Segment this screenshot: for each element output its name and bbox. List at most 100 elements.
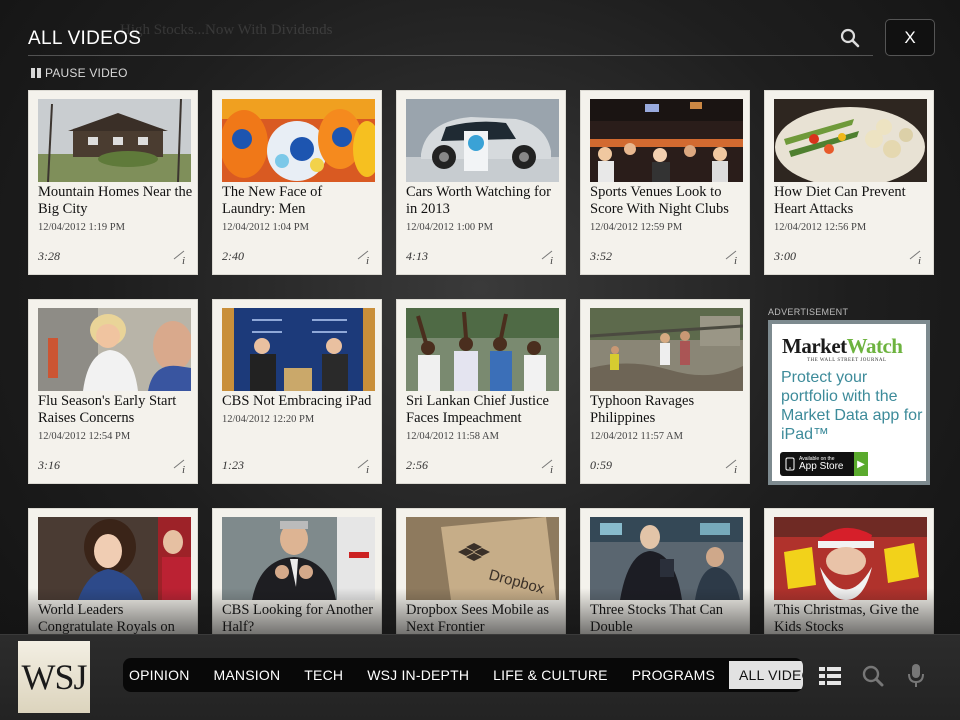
video-duration: 3:28 bbox=[38, 249, 60, 263]
advertisement-label: ADVERTISEMENT bbox=[768, 307, 849, 317]
video-title: Cars Worth Watching for in 2013 12/04/20… bbox=[406, 184, 561, 234]
grid-view-icon bbox=[819, 667, 841, 685]
video-title: World Leaders Congratulate Royals on bbox=[38, 602, 175, 635]
arrow-right-icon: ▶ bbox=[854, 452, 868, 476]
video-title: Dropbox Sees Mobile as Next Frontier bbox=[406, 602, 549, 635]
wsj-logo[interactable]: WSJ bbox=[18, 641, 90, 713]
info-icon[interactable]: i bbox=[357, 458, 373, 474]
bottom-navigation-bar: WSJ OPINION MANSION TECH WSJ IN-DEPTH LI… bbox=[0, 634, 960, 720]
video-title: This Christmas, Give the Kids Stocks bbox=[774, 602, 919, 635]
video-card[interactable]: World Leaders Congratulate Royals on bbox=[28, 508, 198, 635]
section-tab-all-videos[interactable]: ALL VIDEOS bbox=[729, 661, 803, 689]
video-card[interactable]: CBS Looking for Another Half? bbox=[212, 508, 382, 635]
info-icon[interactable]: i bbox=[725, 458, 741, 474]
video-duration: 0:59 bbox=[590, 458, 612, 472]
svg-text:i: i bbox=[734, 255, 737, 265]
svg-text:i: i bbox=[182, 464, 185, 474]
info-icon[interactable]: i bbox=[173, 249, 189, 265]
video-thumbnail bbox=[406, 308, 559, 391]
info-icon[interactable]: i bbox=[909, 249, 925, 265]
video-grid: Mountain Homes Near the Big City 12/04/2… bbox=[0, 0, 960, 635]
section-tab-programs[interactable]: PROGRAMS bbox=[620, 658, 727, 692]
video-title: Flu Season's Early Start Raises Concerns… bbox=[38, 393, 193, 443]
video-timestamp: 12/04/2012 12:59 PM bbox=[590, 222, 683, 233]
video-card[interactable]: This Christmas, Give the Kids Stocks bbox=[764, 508, 934, 635]
video-card[interactable]: The New Face of Laundry: Men 12/04/2012 … bbox=[212, 90, 382, 275]
info-icon[interactable]: i bbox=[541, 458, 557, 474]
section-tab-tech[interactable]: TECH bbox=[292, 658, 355, 692]
section-tab-life-culture[interactable]: LIFE & CULTURE bbox=[481, 658, 620, 692]
video-duration: 2:40 bbox=[222, 249, 244, 263]
grid-view-button[interactable] bbox=[817, 663, 843, 689]
info-icon[interactable]: i bbox=[541, 249, 557, 265]
video-thumbnail bbox=[774, 99, 927, 182]
info-icon[interactable]: i bbox=[725, 249, 741, 265]
video-timestamp: 12/04/2012 1:00 PM bbox=[406, 222, 493, 233]
video-card[interactable]: Cars Worth Watching for in 2013 12/04/20… bbox=[396, 90, 566, 275]
video-card[interactable]: Dropbox Dropbox Sees Mobile as Next Fron… bbox=[396, 508, 566, 635]
video-card[interactable]: How Diet Can Prevent Heart Attacks 12/04… bbox=[764, 90, 934, 275]
marketwatch-subtitle: THE WALL STREET JOURNAL bbox=[807, 358, 887, 363]
video-duration: 3:52 bbox=[590, 249, 612, 263]
video-duration: 3:00 bbox=[774, 249, 796, 263]
video-thumbnail bbox=[406, 99, 559, 182]
video-title: Three Stocks That Can Double bbox=[590, 602, 724, 635]
svg-text:i: i bbox=[366, 464, 369, 474]
section-tab-opinion[interactable]: OPINION bbox=[123, 658, 202, 692]
video-duration: 2:56 bbox=[406, 458, 428, 472]
video-thumbnail: Dropbox bbox=[406, 517, 559, 600]
svg-text:i: i bbox=[734, 464, 737, 474]
marketwatch-advertisement[interactable]: MarketWatch THE WALL STREET JOURNAL Prot… bbox=[768, 320, 930, 485]
section-tab-wsj-in-depth[interactable]: WSJ IN-DEPTH bbox=[355, 658, 481, 692]
svg-text:i: i bbox=[550, 255, 553, 265]
video-timestamp: 12/04/2012 11:58 AM bbox=[406, 431, 499, 442]
video-title: Typhoon Ravages Philippines 12/04/2012 1… bbox=[590, 393, 745, 443]
video-thumbnail bbox=[590, 517, 743, 600]
video-timestamp: 12/04/2012 12:20 PM bbox=[222, 414, 315, 425]
video-thumbnail bbox=[38, 517, 191, 600]
apple-icon bbox=[785, 457, 795, 471]
video-card[interactable]: Flu Season's Early Start Raises Concerns… bbox=[28, 299, 198, 484]
video-thumbnail bbox=[222, 517, 375, 600]
video-thumbnail bbox=[774, 517, 927, 600]
video-duration: 4:13 bbox=[406, 249, 428, 263]
video-card[interactable]: Sports Venues Look to Score With Night C… bbox=[580, 90, 750, 275]
video-thumbnail bbox=[38, 308, 191, 391]
video-card[interactable]: Typhoon Ravages Philippines 12/04/2012 1… bbox=[580, 299, 750, 484]
section-tab-mansion[interactable]: MANSION bbox=[202, 658, 293, 692]
video-timestamp: 12/04/2012 12:54 PM bbox=[38, 431, 131, 442]
video-title: The New Face of Laundry: Men 12/04/2012 … bbox=[222, 184, 377, 234]
svg-text:i: i bbox=[550, 464, 553, 474]
video-thumbnail bbox=[222, 99, 375, 182]
video-card[interactable]: Mountain Homes Near the Big City 12/04/2… bbox=[28, 90, 198, 275]
video-thumbnail bbox=[590, 308, 743, 391]
svg-text:i: i bbox=[366, 255, 369, 265]
video-title: CBS Not Embracing iPad 12/04/2012 12:20 … bbox=[222, 393, 377, 426]
video-timestamp: 12/04/2012 12:56 PM bbox=[774, 222, 867, 233]
video-title: How Diet Can Prevent Heart Attacks 12/04… bbox=[774, 184, 929, 234]
voice-search-button[interactable] bbox=[903, 663, 929, 689]
search-icon bbox=[862, 665, 884, 687]
video-timestamp: 12/04/2012 11:57 AM bbox=[590, 431, 683, 442]
video-title: CBS Looking for Another Half? bbox=[222, 602, 374, 635]
video-timestamp: 12/04/2012 1:04 PM bbox=[222, 222, 309, 233]
video-duration: 3:16 bbox=[38, 458, 60, 472]
section-nav[interactable]: OPINION MANSION TECH WSJ IN-DEPTH LIFE &… bbox=[123, 658, 803, 692]
video-title: Sri Lankan Chief Justice Faces Impeachme… bbox=[406, 393, 561, 443]
video-thumbnail bbox=[38, 99, 191, 182]
bottom-search-button[interactable] bbox=[860, 663, 886, 689]
video-thumbnail bbox=[590, 99, 743, 182]
video-thumbnail bbox=[222, 308, 375, 391]
ad-copy: Protect your portfolio with the Market D… bbox=[781, 369, 923, 443]
video-card[interactable]: Sri Lankan Chief Justice Faces Impeachme… bbox=[396, 299, 566, 484]
video-card[interactable]: Three Stocks That Can Double bbox=[580, 508, 750, 635]
info-icon[interactable]: i bbox=[357, 249, 373, 265]
video-duration: 1:23 bbox=[222, 458, 244, 472]
video-title: Mountain Homes Near the Big City 12/04/2… bbox=[38, 184, 193, 233]
video-card[interactable]: CBS Not Embracing iPad 12/04/2012 12:20 … bbox=[212, 299, 382, 484]
video-timestamp: 12/04/2012 1:19 PM bbox=[38, 222, 125, 233]
marketwatch-logo: MarketWatch bbox=[782, 334, 903, 358]
info-icon[interactable]: i bbox=[173, 458, 189, 474]
svg-text:i: i bbox=[918, 255, 921, 265]
microphone-icon bbox=[908, 664, 924, 687]
